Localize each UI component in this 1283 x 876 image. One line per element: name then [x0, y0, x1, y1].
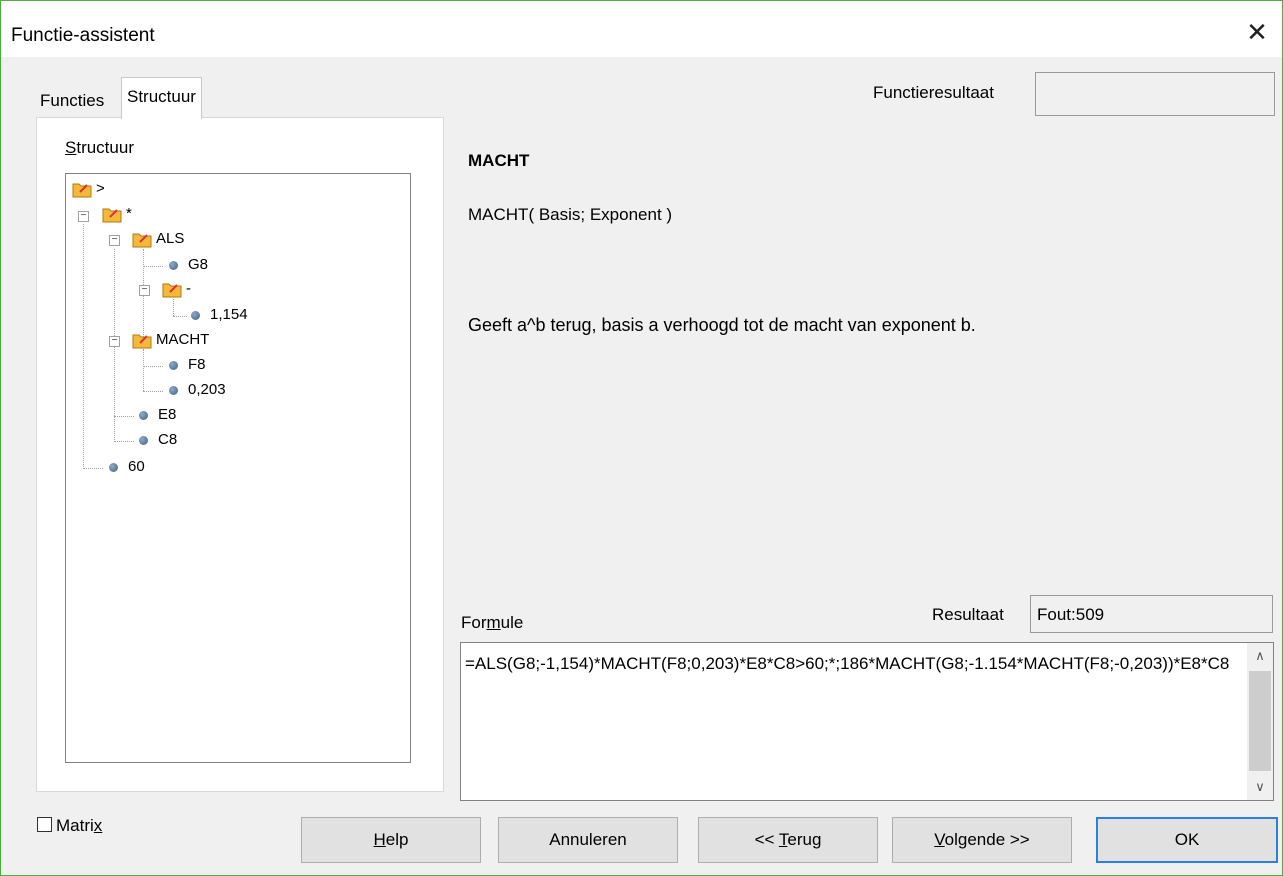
help-button[interactable]: Help — [301, 817, 481, 863]
tree-leaf-60[interactable]: 60 — [109, 456, 145, 478]
scroll-down-icon[interactable]: ∨ — [1247, 774, 1273, 800]
tree-leaf-c8[interactable]: C8 — [139, 429, 177, 451]
tree-node-minus[interactable]: - — [162, 278, 191, 300]
function-result-label: Functieresultaat — [873, 83, 994, 102]
collapse-toggle[interactable]: − — [109, 336, 120, 347]
leaf-dot-icon — [191, 310, 200, 320]
close-icon[interactable]: ✕ — [1242, 17, 1272, 47]
tree-leaf-g8[interactable]: G8 — [169, 254, 208, 276]
tab-structuur[interactable]: Structuur — [121, 77, 202, 119]
leaf-dot-icon — [169, 385, 178, 395]
collapse-toggle[interactable]: − — [78, 211, 89, 222]
tree-node-macht[interactable]: MACHT — [132, 329, 209, 351]
folder-formula-icon — [72, 183, 92, 198]
folder-formula-icon — [132, 233, 152, 248]
tree-connector — [143, 391, 163, 392]
collapse-toggle[interactable]: − — [139, 285, 150, 296]
window-title: Functie-assistent — [11, 25, 155, 46]
tab-functies[interactable]: Functies — [36, 81, 108, 117]
tree-connector — [83, 468, 103, 469]
formula-scrollbar[interactable]: ∧ ∨ — [1247, 643, 1273, 800]
leaf-dot-icon — [169, 260, 178, 270]
tree-connector — [173, 316, 187, 317]
formula-input[interactable]: =ALS(G8;-1,154)*MACHT(F8;0,203)*E8*C8>60… — [460, 642, 1274, 801]
folder-formula-icon — [162, 283, 182, 298]
cancel-button[interactable]: Annuleren — [498, 817, 678, 863]
function-description: Geeft a^b terug, basis a verhoogd tot de… — [468, 315, 976, 335]
folder-formula-icon — [102, 208, 122, 223]
tree-connector — [143, 266, 163, 267]
function-wizard-dialog: Functie-assistent ✕ Functies Structuur S… — [0, 0, 1283, 876]
folder-formula-icon — [132, 334, 152, 349]
tree-leaf-e8[interactable]: E8 — [139, 404, 176, 426]
checkbox-icon[interactable] — [37, 817, 52, 832]
scroll-thumb[interactable] — [1249, 671, 1271, 771]
tree-connector — [173, 299, 174, 316]
back-button[interactable]: << Terug — [698, 817, 878, 863]
tree-connector — [114, 416, 134, 417]
next-button[interactable]: Volgende >> — [892, 817, 1072, 863]
tree-connector — [83, 224, 84, 469]
function-result-field — [1035, 72, 1275, 116]
function-name: MACHT — [468, 151, 530, 170]
tree-connector — [114, 441, 134, 442]
result-label: Resultaat — [932, 605, 1004, 624]
title-bar: Functie-assistent ✕ — [1, 1, 1282, 57]
matrix-checkbox[interactable]: Matrix — [37, 816, 102, 836]
tree-leaf-1154[interactable]: 1,154 — [191, 304, 248, 326]
leaf-dot-icon — [109, 462, 118, 472]
tree-connector — [143, 349, 144, 391]
tree-node-multiply[interactable]: * — [102, 203, 132, 225]
tree-leaf-0203[interactable]: 0,203 — [169, 379, 226, 401]
structure-tree[interactable]: > − * − ALS G8 − - 1,154 − MACHT F8 0,20… — [65, 173, 411, 763]
structure-panel: Structuur > − * − ALS G8 − - 1,154 − MAC… — [36, 117, 444, 792]
leaf-dot-icon — [169, 360, 178, 370]
structure-label: Structuur — [65, 138, 134, 157]
function-signature: MACHT( Basis; Exponent ) — [468, 205, 673, 224]
leaf-dot-icon — [139, 410, 148, 420]
leaf-dot-icon — [139, 435, 148, 445]
result-field: Fout:509 — [1030, 595, 1273, 633]
formula-label: Formule — [461, 613, 524, 632]
collapse-toggle[interactable]: − — [109, 235, 120, 246]
tree-node-greater[interactable]: > — [72, 178, 105, 200]
tree-leaf-f8[interactable]: F8 — [169, 354, 206, 376]
ok-button[interactable]: OK — [1096, 817, 1278, 863]
tree-node-als[interactable]: ALS — [132, 228, 184, 250]
scroll-up-icon[interactable]: ∧ — [1247, 643, 1273, 669]
formula-text[interactable]: =ALS(G8;-1,154)*MACHT(F8;0,203)*E8*C8>60… — [465, 649, 1245, 679]
tree-connector — [143, 366, 163, 367]
